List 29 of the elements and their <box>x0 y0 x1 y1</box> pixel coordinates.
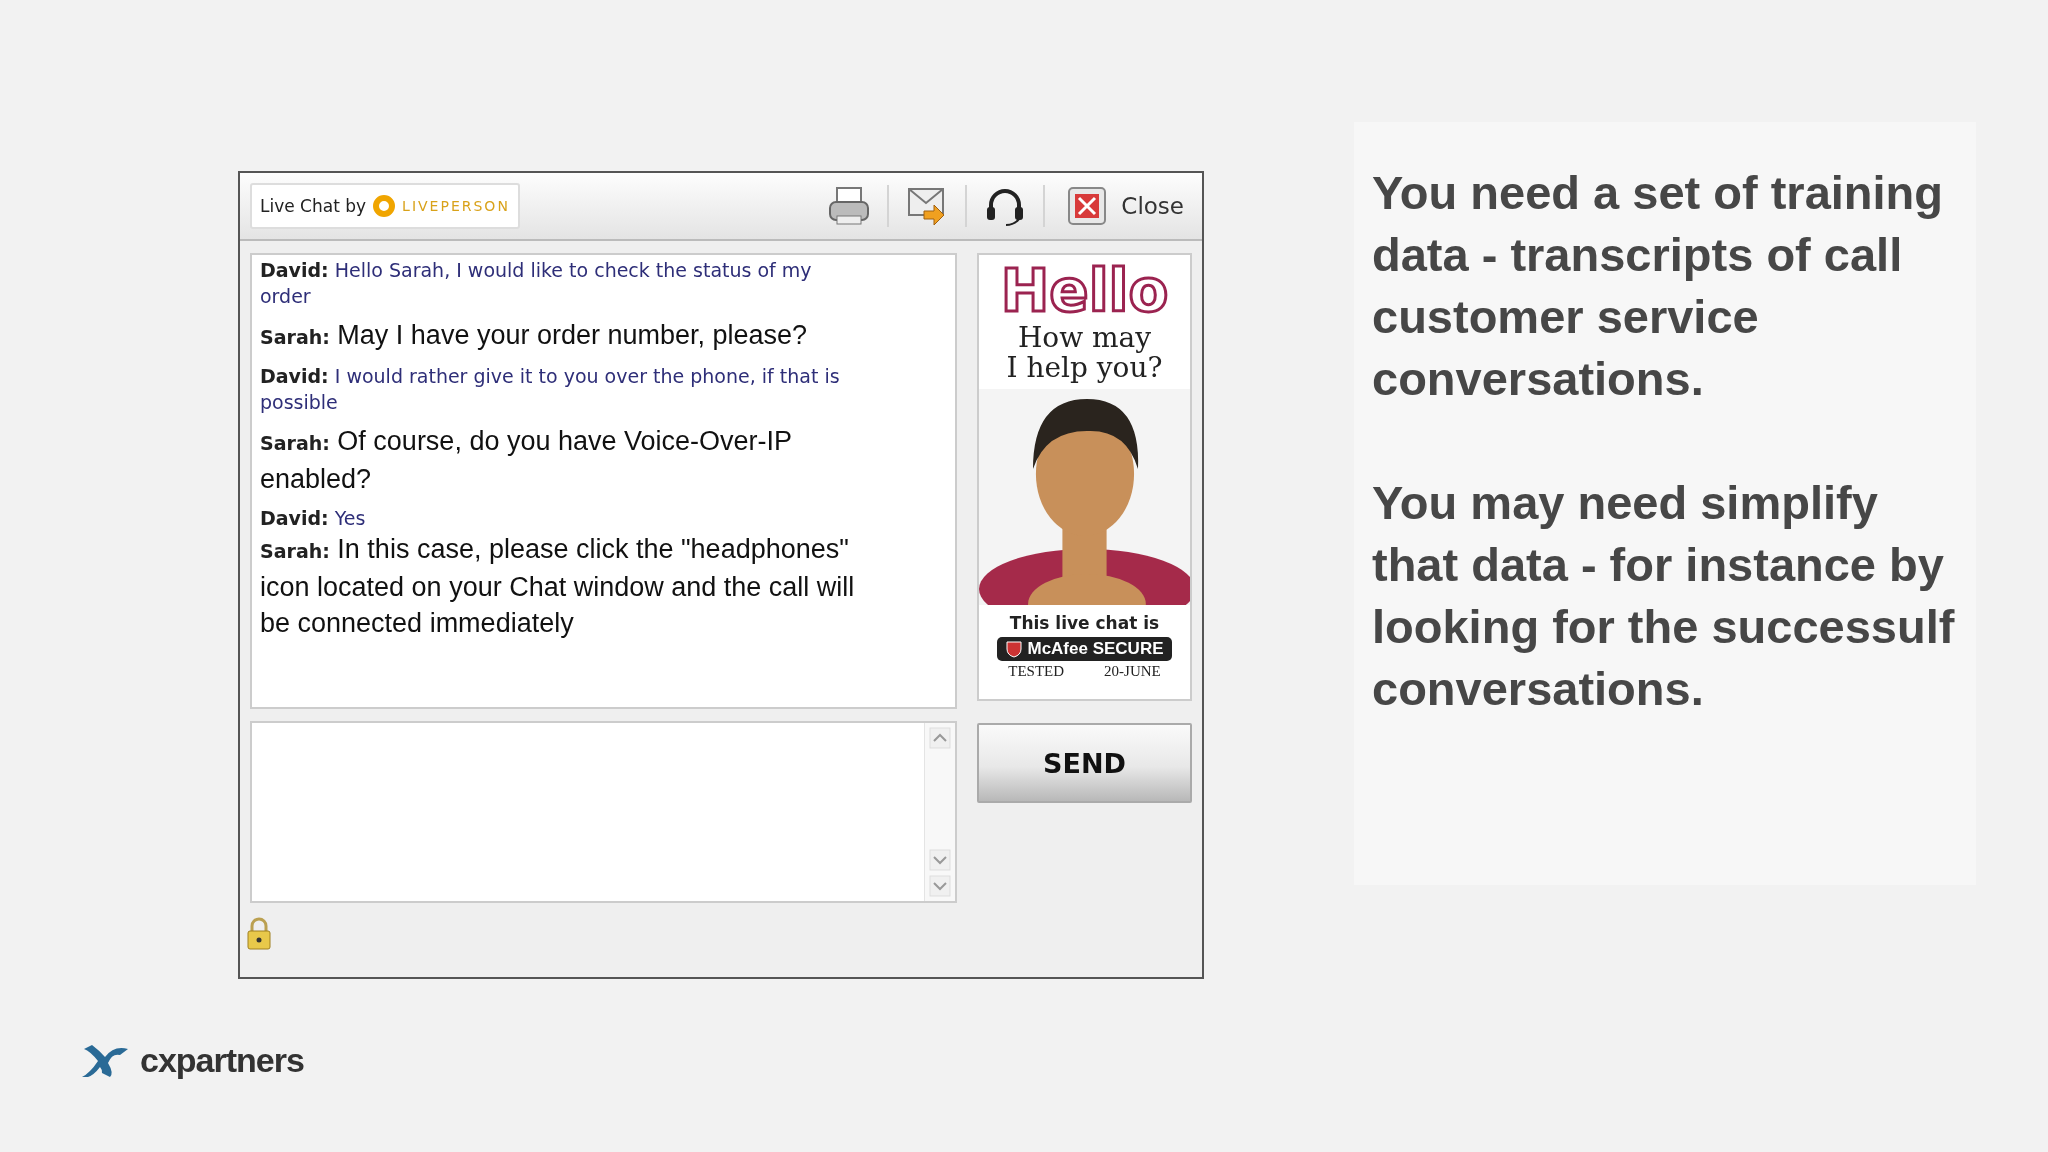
padlock-icon <box>246 917 272 951</box>
close-button[interactable]: Close <box>1059 186 1192 226</box>
ad-tagline: How may I help you? <box>1006 323 1163 383</box>
chat-message: Sarah: Of course, do you have Voice-Over-IP enabled? <box>260 425 793 496</box>
send-button[interactable]: SEND <box>977 723 1192 803</box>
chat-message: Sarah: In this case, please click the "headphones" icon located on your Chat window and the call will be connected immediately <box>260 533 856 640</box>
note-text: You may need simplify that data - for instance by looking for the successulf conversations. <box>1372 475 1956 717</box>
logo-icon <box>80 1042 130 1079</box>
chat-message: Sarah: May I have your order number, please? <box>260 319 809 352</box>
close-icon <box>1067 186 1108 226</box>
logo-text: cxpartners <box>140 1041 304 1080</box>
security-badge: McAfee SECURE <box>997 637 1172 661</box>
scroll-down-icon[interactable] <box>929 849 951 871</box>
chat-message: David: Hello Sarah, I would like to check the status of my order <box>260 258 813 309</box>
chat-message: David: Yes <box>260 506 367 531</box>
chat-message: David: I would rather give it to you over the phone, if that is possible <box>260 364 841 415</box>
ad-headline: Hello <box>1000 259 1169 323</box>
ring-icon <box>372 194 397 218</box>
badge-label: TESTED <box>1008 663 1065 680</box>
brand-name: LIVEPERSON <box>402 198 510 214</box>
brand-label: Live Chat by <box>260 196 367 216</box>
scroll-up-icon[interactable] <box>929 727 951 749</box>
message-input[interactable] <box>250 721 957 903</box>
ad-footer: This live chat is <box>1009 613 1160 633</box>
note-text: You need a set of training data - transcripts of call customer service conversations. <box>1372 165 1945 407</box>
scroll-down-icon[interactable] <box>929 875 951 897</box>
brand-badge[interactable]: Live Chat by LIVEPERSON <box>250 183 520 229</box>
badge-date: 20-JUNE <box>1104 663 1161 680</box>
printer-icon[interactable] <box>827 186 872 226</box>
